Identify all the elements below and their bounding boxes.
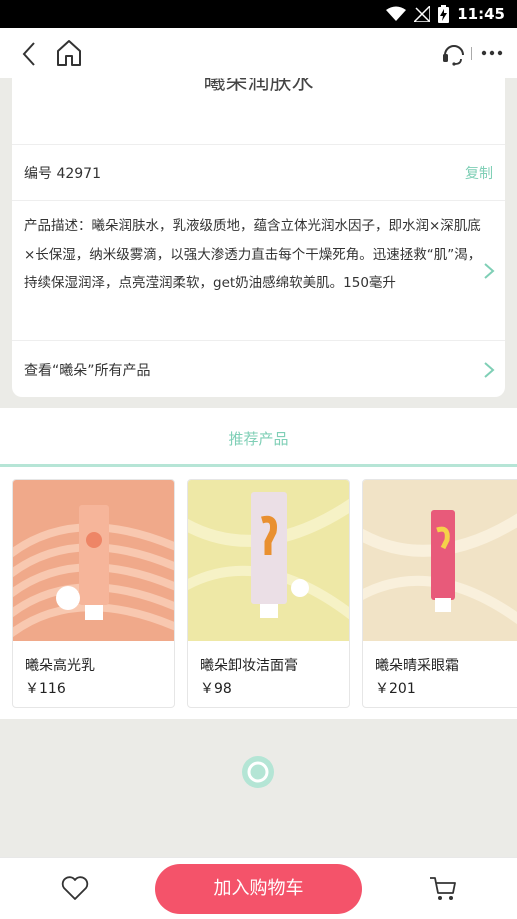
chevron-left-icon[interactable] [14, 39, 44, 69]
chevron-right-icon [484, 263, 495, 279]
product-name: 曦朵晴采眼霜 [375, 658, 459, 674]
status-bar: 11:45 [0, 0, 517, 28]
wifi-icon [386, 6, 407, 21]
view-all-products-label: 查看“曦朵”所有产品 [24, 363, 151, 379]
status-icons: 11:45 [386, 4, 505, 24]
recommend-title: 推荐产品 [228, 430, 289, 448]
view-all-products-row[interactable]: 查看“曦朵”所有产品 [12, 342, 505, 398]
more-horizontal-icon[interactable] [477, 40, 507, 66]
recommend-section: 推荐产品 曦朵高光乳 ￥116 曦朵卸妆洁面膏 ￥98 曦朵晴采眼霜 ￥201 [0, 408, 517, 719]
product-info-card: 编号 42971 复制 产品描述：曦朵润肤水，乳液级质地，蕴含立体光润水因子，即… [12, 144, 505, 397]
heart-icon[interactable] [60, 874, 90, 902]
product-name: 曦朵高光乳 [25, 658, 95, 674]
recommend-product-card[interactable]: 曦朵卸妆洁面膏 ￥98 [187, 479, 350, 708]
product-price: ￥116 [25, 681, 66, 697]
battery-charging-icon [438, 5, 450, 23]
home-icon[interactable] [54, 37, 84, 69]
product-code-row: 编号 42971 复制 [12, 145, 505, 201]
product-image [363, 480, 517, 641]
signal-off-icon [414, 6, 431, 22]
copy-button[interactable]: 复制 [465, 163, 493, 183]
product-description: 产品描述：曦朵润肤水，乳液级质地，蕴含立体光润水因子，即水润×深肌底×长保湿，纳… [24, 218, 482, 291]
recommend-underline [0, 464, 517, 467]
product-name: 曦朵卸妆洁面膏 [200, 658, 298, 674]
recommend-product-card[interactable]: 曦朵晴采眼霜 ￥201 [362, 479, 517, 708]
bottom-action-bar: 加入购物车 [0, 857, 517, 919]
status-time: 11:45 [457, 5, 505, 23]
nav-divider [471, 47, 472, 60]
product-title: 曦朵润肤水 [203, 78, 314, 95]
product-image [188, 480, 349, 641]
add-to-cart-button[interactable]: 加入购物车 [155, 864, 362, 914]
headset-icon[interactable] [440, 40, 468, 66]
product-title-card: 曦朵润肤水 [12, 78, 505, 144]
recommend-product-card[interactable]: 曦朵高光乳 ￥116 [12, 479, 175, 708]
shopping-cart-icon[interactable] [428, 874, 458, 902]
product-price: ￥201 [375, 681, 416, 697]
product-image [13, 480, 174, 641]
product-description-row[interactable]: 产品描述：曦朵润肤水，乳液级质地，蕴含立体光润水因子，即水润×深肌底×长保湿，纳… [12, 202, 505, 341]
chevron-right-icon [484, 362, 495, 378]
loading-spinner-icon [242, 756, 274, 788]
product-price: ￥98 [200, 681, 232, 697]
nav-bar [0, 28, 517, 78]
product-code: 编号 42971 [24, 166, 101, 182]
